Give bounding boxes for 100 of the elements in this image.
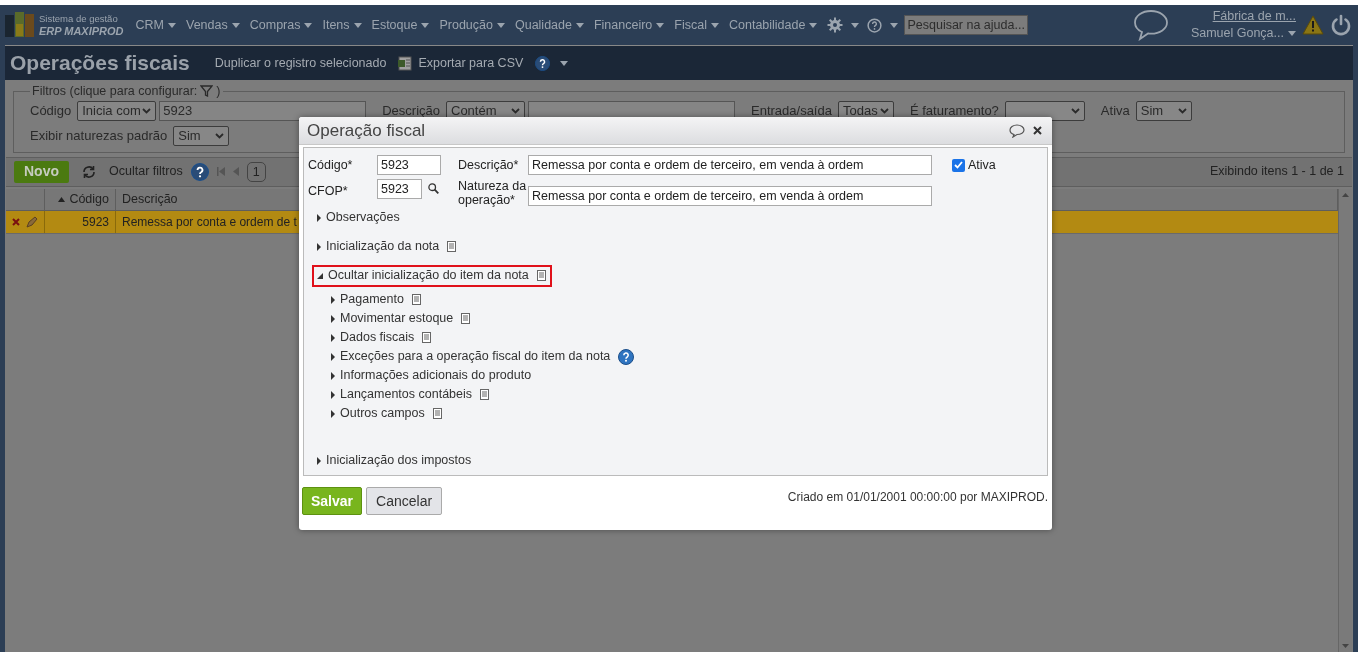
filter-select[interactable]	[1004, 100, 1085, 121]
filter-icon[interactable]	[200, 85, 214, 98]
help-search-field[interactable]: Pesquisar na ajuda...	[904, 15, 1029, 35]
filter-label: Código	[30, 102, 72, 120]
note-icon[interactable]	[411, 294, 421, 305]
dropdown-caret-icon	[1070, 107, 1080, 114]
caret-icon	[168, 22, 176, 28]
note-icon[interactable]	[432, 408, 442, 419]
section-toggle[interactable]: Observações	[312, 206, 409, 229]
code-input[interactable]: 5923	[377, 155, 441, 175]
menu-item[interactable]: Compras	[249, 15, 313, 35]
expand-triangle-icon	[317, 213, 321, 222]
filter-label: Entrada/saída	[751, 102, 832, 120]
menu-item[interactable]: Fiscal	[674, 15, 719, 35]
filter-input[interactable]: 5923	[159, 100, 367, 121]
section-toggle[interactable]: Inicialização da nota	[312, 235, 463, 258]
note-icon[interactable]	[422, 332, 432, 343]
dropdown-caret-icon	[142, 107, 152, 114]
search-icon[interactable]	[428, 183, 439, 194]
hide-filters-link[interactable]: Ocultar filtros	[109, 162, 183, 182]
column-header[interactable]: Código	[45, 188, 116, 210]
field-label: Natureza da operação*	[458, 179, 528, 207]
nature-input[interactable]: Remessa por conta e ordem de terceiro, em venda à ordem	[528, 186, 932, 206]
menu-item[interactable]: Qualidade	[514, 15, 584, 35]
user-menu[interactable]: Samuel Gonça...	[1190, 25, 1296, 42]
expand-triangle-icon	[331, 333, 335, 342]
note-icon[interactable]	[461, 313, 471, 324]
menu-item[interactable]: Estoque	[371, 15, 430, 35]
field-label: CFOP*	[308, 183, 349, 200]
expand-triangle-icon	[317, 456, 321, 465]
help-icon[interactable]	[535, 55, 551, 71]
created-info: Criado em 01/01/2001 00:00:00 por MAXIPROD.	[787, 489, 1048, 506]
menu-item[interactable]: Financeiro	[593, 15, 665, 35]
warning-icon[interactable]	[1302, 15, 1324, 35]
spreadsheet-icon	[398, 55, 414, 71]
logo-icon	[5, 12, 35, 38]
new-button[interactable]: Novo	[14, 160, 69, 183]
caret-icon	[809, 22, 818, 28]
caret-icon	[851, 22, 860, 28]
caret-icon	[231, 22, 240, 28]
settings-icon[interactable]	[827, 17, 844, 33]
page-title: Operações fiscais	[10, 50, 190, 77]
note-icon[interactable]	[536, 270, 546, 281]
description-input[interactable]: Remessa por conta e ordem de terceiro, em venda à ordem	[528, 155, 932, 175]
page-action[interactable]: Duplicar o registro selecionado	[214, 53, 387, 73]
close-icon[interactable]	[1033, 126, 1042, 135]
expand-triangle-icon	[317, 242, 321, 251]
expand-triangle-icon	[331, 295, 335, 304]
sort-ascending-icon	[58, 196, 66, 202]
filter-label: Descrição	[382, 102, 440, 120]
caret-icon	[711, 22, 719, 28]
field-label: Descrição*	[458, 156, 520, 174]
dropdown-caret-icon	[511, 107, 520, 114]
refresh-icon[interactable]	[81, 164, 97, 179]
table-cell-text: Remessa por conta e ordem de t	[122, 213, 297, 231]
filters-legend[interactable]: Filtros (clique para configurar:	[32, 82, 198, 101]
menu-item[interactable]: Itens	[322, 15, 362, 35]
caret-icon	[890, 22, 899, 28]
expand-triangle-icon	[331, 314, 335, 323]
filter-label: Exibir naturezas padrão	[30, 127, 168, 145]
checkbox-label: Ativa	[968, 156, 996, 174]
field-label: Código*	[308, 156, 354, 174]
power-icon[interactable]	[1330, 14, 1352, 36]
menu-item[interactable]: CRM	[135, 15, 176, 35]
help-icon[interactable]	[190, 162, 209, 181]
page-number[interactable]: 1	[246, 161, 266, 182]
caret-icon	[353, 22, 362, 28]
section-toggle[interactable]: Ocultar inicialização do item da nota	[312, 264, 552, 287]
filter-select[interactable]: Sim	[1135, 100, 1192, 121]
section-toggle[interactable]: Inicialização dos impostos	[312, 449, 481, 472]
caret-icon	[496, 22, 505, 28]
dropdown-caret-icon	[215, 132, 225, 139]
caret-icon	[421, 22, 430, 28]
menu-item[interactable]: Contabilidade	[729, 15, 818, 35]
cancel-button[interactable]: Cancelar	[366, 487, 443, 515]
logo-title: ERP MAXIPROD	[39, 25, 124, 37]
page-action[interactable]: Exportar para CSV	[398, 53, 524, 73]
filter-select[interactable]: Sim	[173, 125, 230, 146]
caret-icon	[575, 22, 584, 28]
dropdown-caret-icon	[879, 107, 889, 114]
menu-item[interactable]: Vendas	[186, 15, 240, 35]
caret-icon	[656, 22, 665, 28]
cfop-input[interactable]: 5923	[377, 179, 422, 199]
active-checkbox[interactable]	[952, 158, 965, 172]
filter-label: É faturamento?	[909, 102, 999, 120]
help-icon[interactable]	[618, 348, 635, 365]
delete-icon[interactable]	[12, 217, 20, 226]
edit-icon[interactable]	[26, 215, 38, 228]
company-link[interactable]: Fábrica de m...	[1212, 8, 1296, 25]
caret-icon	[304, 22, 313, 28]
note-icon[interactable]	[480, 389, 490, 400]
operator-select[interactable]: Inicia com	[77, 100, 157, 121]
chat-icon[interactable]	[1132, 9, 1169, 41]
note-icon[interactable]	[447, 241, 457, 252]
comment-icon[interactable]	[1009, 123, 1025, 138]
save-button[interactable]: Salvar	[302, 487, 363, 515]
filters-legend: )	[216, 82, 221, 101]
menu-item[interactable]: Produção	[439, 15, 505, 35]
dialog-title: Operação fiscal	[307, 119, 426, 142]
expand-triangle-icon	[331, 409, 335, 418]
